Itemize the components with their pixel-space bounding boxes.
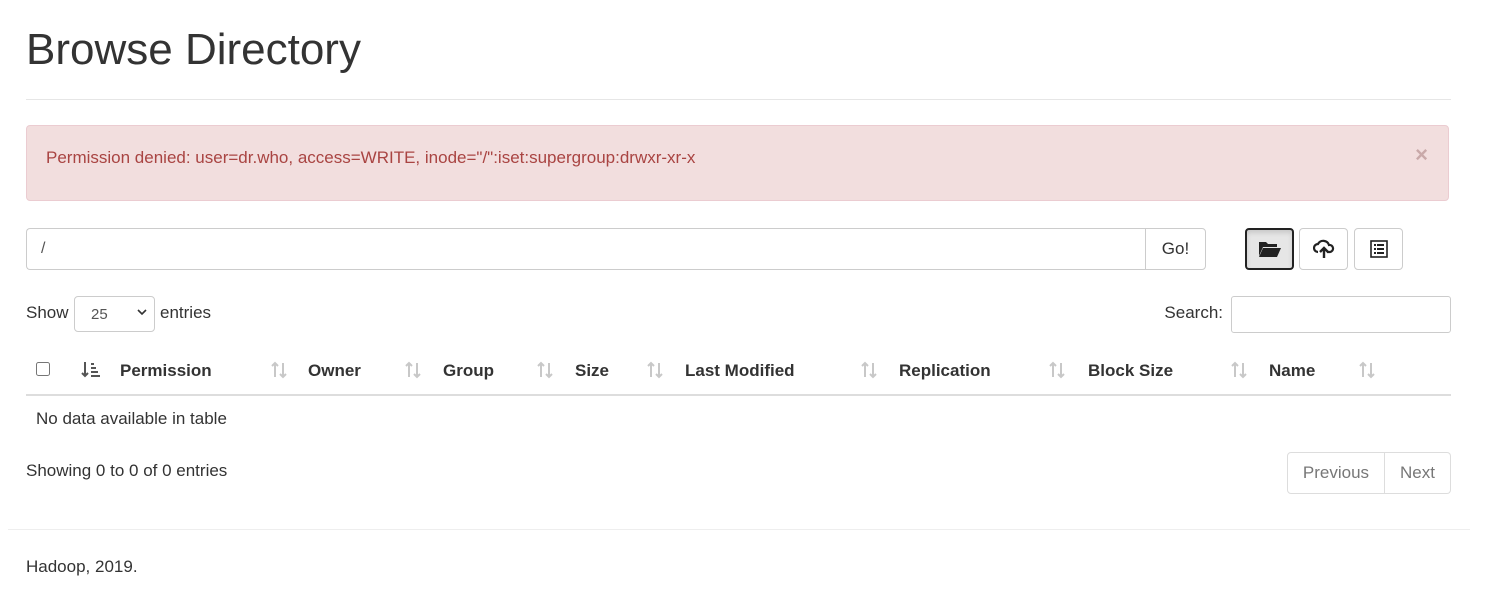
previous-page-button[interactable]: Previous [1286,452,1386,494]
entries-per-page-select[interactable]: 25 [74,296,155,332]
sort-both-icon[interactable] [859,360,879,380]
sort-both-icon[interactable] [1047,360,1067,380]
search-input[interactable] [1231,296,1451,333]
select-all-checkbox[interactable] [36,362,50,376]
cloud-upload-icon [1312,239,1334,258]
title-divider [26,99,1451,100]
footer-divider [8,529,1470,530]
directory-path-input[interactable] [26,228,1146,270]
table-info: Showing 0 to 0 of 0 entries [26,461,228,480]
search-label: Search: [1164,303,1223,322]
column-header-size[interactable]: Size [575,361,609,381]
empty-table-message: No data available in table [36,409,227,428]
sort-both-icon[interactable] [535,360,555,380]
permission-alert: Permission denied: user=dr.who, access=W… [26,125,1449,201]
column-header-permission[interactable]: Permission [120,361,212,381]
entries-label: entries [160,303,212,322]
sort-both-icon[interactable] [269,360,289,380]
sort-ascending-icon[interactable] [81,360,101,380]
column-header-last-modified[interactable]: Last Modified [685,361,795,381]
folder-open-icon [1258,242,1281,257]
go-button[interactable]: Go! [1145,228,1206,270]
cut-paste-button[interactable] [1354,228,1403,270]
column-header-replication[interactable]: Replication [899,361,991,381]
sort-both-icon[interactable] [1357,360,1377,380]
column-header-group[interactable]: Group [443,361,494,381]
sort-both-icon[interactable] [403,360,423,380]
column-header-name[interactable]: Name [1269,361,1315,381]
create-directory-button[interactable] [1245,228,1294,270]
alert-message: Permission denied: user=dr.who, access=W… [46,148,696,167]
footer-text: Hadoop, 2019. [26,557,138,576]
sort-both-icon[interactable] [1229,360,1249,380]
page-title: Browse Directory [26,25,361,74]
table-header: Permission Owner Group Size Last Modifie… [26,348,1451,396]
pagination: Previous Next [1286,452,1451,494]
alert-close-button[interactable]: × [1415,144,1428,166]
column-header-owner[interactable]: Owner [308,361,361,381]
list-alt-icon [1369,240,1388,258]
show-label: Show [26,303,69,322]
sort-both-icon[interactable] [645,360,665,380]
path-input-group: Go! [26,228,1206,270]
next-page-button[interactable]: Next [1385,452,1451,494]
upload-button[interactable] [1299,228,1348,270]
column-header-block-size[interactable]: Block Size [1088,361,1173,381]
